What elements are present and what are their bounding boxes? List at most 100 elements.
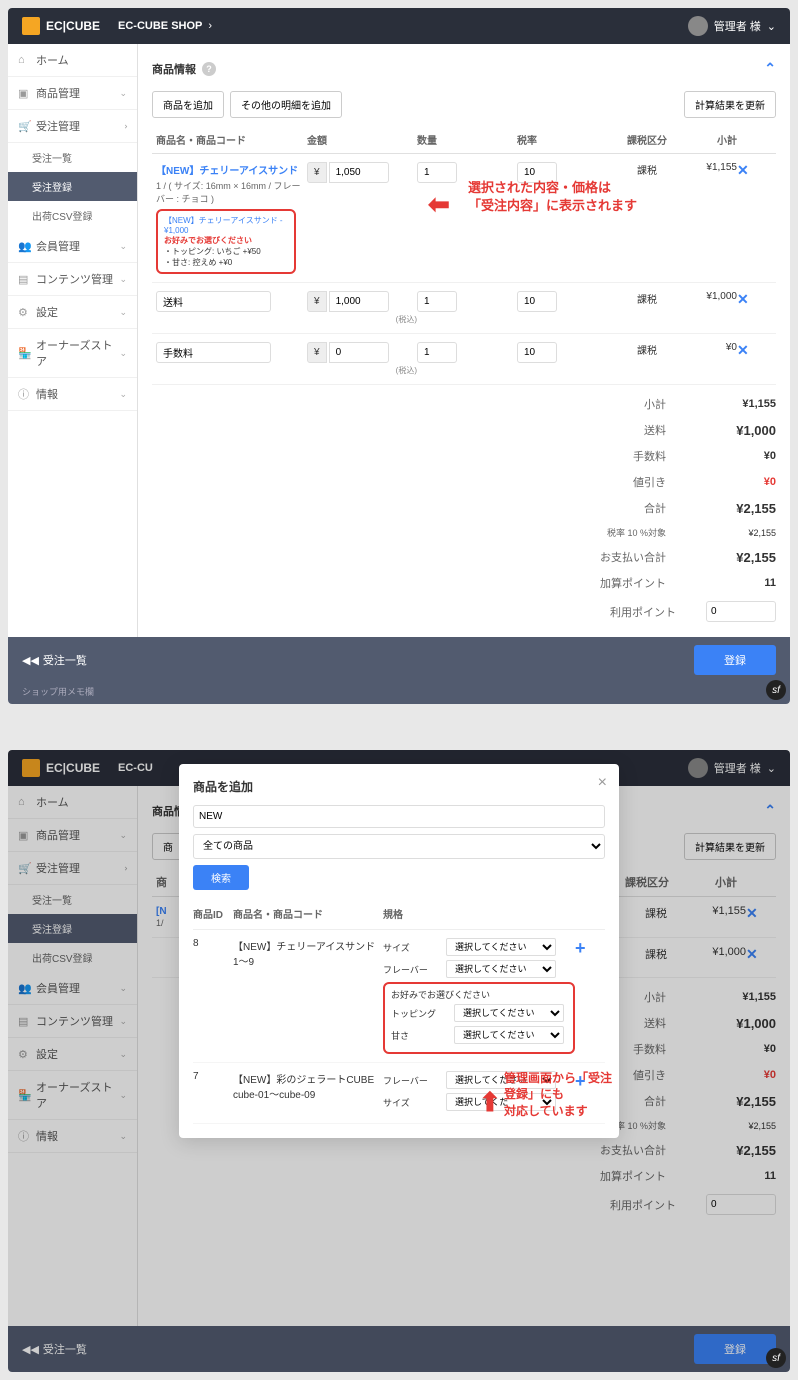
callout-link: 【NEW】チェリーアイスサンド - ¥1,000: [164, 215, 288, 235]
flavor-select[interactable]: 選択してください: [446, 960, 556, 978]
yen-icon: ¥: [307, 342, 327, 363]
rewind-icon: ◀◀: [22, 654, 39, 667]
tax-note: (税込): [307, 365, 417, 376]
nav-product[interactable]: ▣商品管理⌄: [8, 77, 137, 110]
total-label: 税率 10 %対象: [607, 526, 666, 539]
option-box: お好みでお選びください トッピング選択してください 甘さ選択してください: [383, 982, 575, 1054]
help-icon[interactable]: ?: [202, 62, 216, 76]
store-icon: 🏪: [18, 347, 30, 360]
box-icon: ▣: [18, 87, 30, 100]
chevron-icon: ⌄: [119, 348, 127, 359]
name-input[interactable]: [156, 342, 271, 363]
nav-order-reg[interactable]: 受注登録: [8, 172, 137, 201]
qty-input[interactable]: [417, 291, 457, 312]
col-spec: 規格: [383, 906, 575, 921]
search-input[interactable]: [193, 805, 605, 828]
user-name: 管理者 様: [714, 18, 761, 34]
size-select[interactable]: 選択してください: [446, 938, 556, 956]
col-amount: 金額: [307, 132, 417, 147]
col-id: 商品ID: [193, 906, 233, 921]
amount-input[interactable]: [329, 162, 389, 183]
qty-input[interactable]: [417, 342, 457, 363]
memo-label: ショップ用メモ欄: [8, 683, 790, 704]
recalc-button[interactable]: 計算結果を更新: [684, 91, 776, 118]
add-product-button[interactable]: 商品を追加: [152, 91, 224, 118]
category-select[interactable]: 全ての商品: [193, 834, 605, 859]
delete-icon[interactable]: ✕: [737, 291, 749, 307]
arrow-left-icon: ⬅: [428, 189, 450, 220]
nav-home[interactable]: ⌂ホーム: [8, 44, 137, 77]
info-icon: ⓘ: [18, 386, 30, 402]
product-desc: 1 / ( サイズ: 16mm × 16mm / フレーバー : チョコ ): [156, 179, 307, 205]
use-points-input[interactable]: [706, 601, 776, 622]
back-link[interactable]: ◀◀受注一覧: [22, 652, 87, 668]
tax-note: (税込): [307, 314, 417, 325]
tax-category: 課税: [617, 162, 677, 177]
col-subtotal: 小計: [677, 132, 737, 147]
col-name: 商品名・商品コード: [233, 906, 383, 921]
chevron-icon: ⌄: [119, 274, 127, 285]
product-code: 1〜9: [233, 953, 383, 968]
total-label: 合計: [644, 500, 666, 516]
add-icon[interactable]: +: [575, 938, 586, 958]
total-value: ¥0: [696, 450, 776, 462]
amount-input[interactable]: [329, 291, 389, 312]
register-button[interactable]: 登録: [694, 645, 776, 675]
line-subtotal: ¥1,000: [677, 291, 737, 302]
qty-input[interactable]: [417, 162, 457, 183]
collapse-toggle[interactable]: ⌃: [764, 60, 776, 77]
line-subtotal: ¥0: [677, 342, 737, 353]
delete-icon[interactable]: ✕: [737, 162, 749, 178]
callout-line-1: ・トッピング: いちご +¥50: [164, 246, 288, 257]
delete-icon[interactable]: ✕: [737, 342, 749, 358]
line-item-row: ¥(税込) 課税 ¥1,000 ✕: [152, 283, 776, 334]
chevron-icon: ⌄: [119, 88, 127, 99]
col-name: 商品名・商品コード: [152, 132, 307, 147]
total-value: ¥1,155: [696, 398, 776, 410]
topping-select[interactable]: 選択してください: [454, 1004, 564, 1022]
nav-contents[interactable]: ▤コンテンツ管理⌄: [8, 263, 137, 296]
product-id: 7: [193, 1071, 233, 1082]
nav-owners[interactable]: 🏪オーナーズストア⌄: [8, 329, 137, 378]
yen-icon: ¥: [307, 291, 327, 312]
close-icon[interactable]: ×: [598, 774, 607, 792]
yen-icon: ¥: [307, 162, 327, 183]
chevron-icon: ⌄: [119, 241, 127, 252]
sidebar: ⌂ホーム ▣商品管理⌄ 🛒受注管理⌃ 受注一覧 受注登録 出荷CSV登録 👥会員…: [8, 44, 138, 637]
brand-logo: EC|CUBE: [22, 17, 100, 35]
nav-settings[interactable]: ⚙設定⌄: [8, 296, 137, 329]
section-header: 商品情報 ? ⌃: [152, 54, 776, 83]
total-label: 値引き: [633, 474, 666, 490]
total-value: ¥0: [696, 476, 776, 488]
tax-input[interactable]: [517, 342, 557, 363]
name-input[interactable]: [156, 291, 271, 312]
sweet-select[interactable]: 選択してください: [454, 1026, 564, 1044]
nav-info[interactable]: ⓘ情報⌄: [8, 378, 137, 411]
tax-category: 課税: [617, 342, 677, 357]
symfony-badge-icon: sf: [766, 680, 786, 700]
tax-input[interactable]: [517, 291, 557, 312]
nav-order-list[interactable]: 受注一覧: [8, 143, 137, 172]
user-menu[interactable]: 管理者 様 ⌄: [688, 16, 776, 36]
line-item-row: ¥ (税込) 課税 ¥0 ✕: [152, 334, 776, 385]
total-label: 利用ポイント: [610, 604, 676, 620]
nav-ship-csv[interactable]: 出荷CSV登録: [8, 201, 137, 230]
nav-member[interactable]: 👥会員管理⌄: [8, 230, 137, 263]
shop-name[interactable]: EC-CUBE SHOP: [118, 20, 202, 32]
add-other-button[interactable]: その他の明細を追加: [230, 91, 342, 118]
chevron-icon: ⌄: [119, 307, 127, 318]
col-tax: 税率: [517, 132, 617, 147]
callout-line-2: ・甘さ: 控えめ +¥0: [164, 257, 288, 268]
nav-order[interactable]: 🛒受注管理⌃: [8, 110, 137, 143]
home-icon: ⌂: [18, 54, 30, 66]
amount-input[interactable]: [329, 342, 389, 363]
product-title[interactable]: 【NEW】チェリーアイスサンド: [156, 162, 307, 177]
total-value: 11: [696, 577, 776, 589]
product-code: cube-01〜cube-09: [233, 1086, 383, 1101]
footer-bar: ◀◀受注一覧 登録: [8, 637, 790, 683]
total-value: ¥2,155: [696, 550, 776, 565]
arrow-up-icon: ⬆: [479, 1087, 501, 1118]
users-icon: 👥: [18, 240, 30, 253]
search-button[interactable]: 検索: [193, 865, 249, 890]
callout-head: お好みでお選びください: [164, 235, 288, 246]
